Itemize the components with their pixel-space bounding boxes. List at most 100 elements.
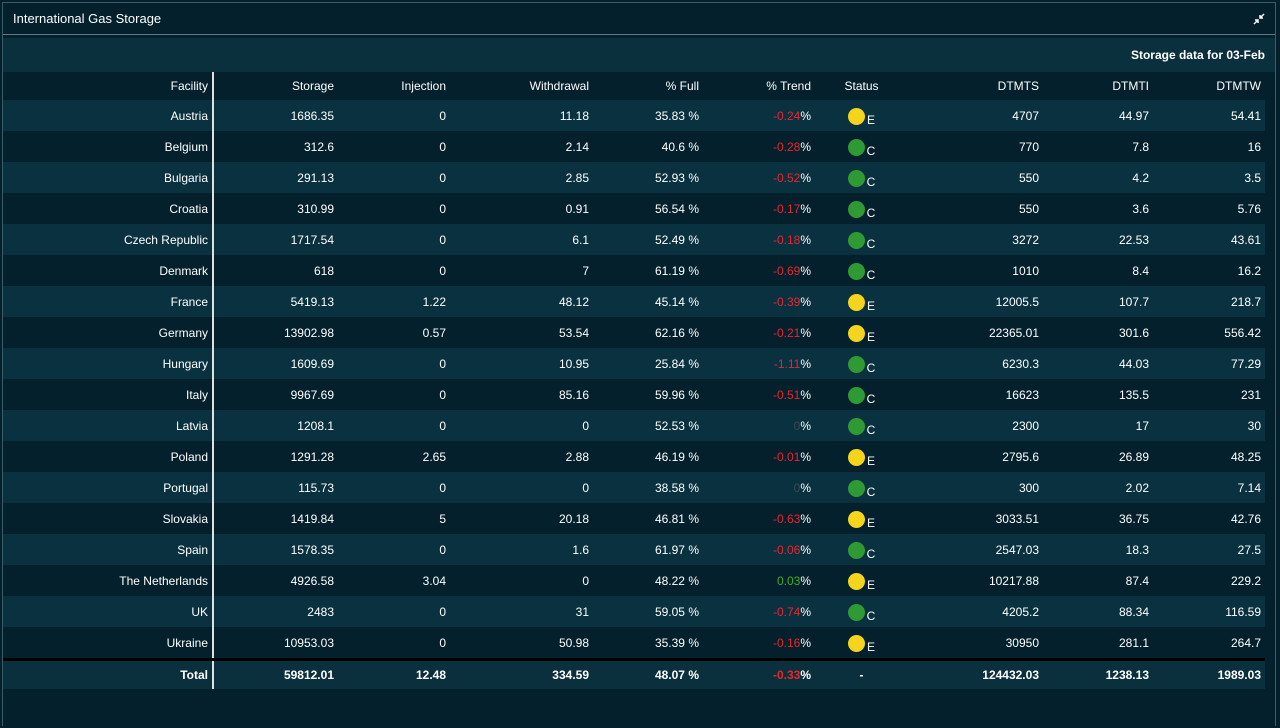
column-header-withdrawal[interactable]: Withdrawal [450, 72, 593, 100]
cell-status: C [815, 410, 907, 441]
total-status: - [815, 658, 907, 689]
cell-dtmts: 1010 [907, 255, 1043, 286]
cell-injection: 0.57 [338, 317, 450, 348]
table-row[interactable]: Czech Republic 1717.54 0 6.1 52.49 % -0.18% C 3… [3, 224, 1265, 255]
cell-dtmtw: 231 [1153, 379, 1265, 410]
cell-dtmts: 3272 [907, 224, 1043, 255]
trend-value: -0.52 [772, 170, 801, 185]
cell-status: C [815, 472, 907, 503]
cell-status: C [815, 596, 907, 627]
cell-storage: 5419.13 [213, 286, 338, 317]
table-row[interactable]: Latvia 1208.1 0 0 52.53 % 0% C 2300 17 30 [3, 410, 1265, 441]
total-trend-unit: % [800, 668, 811, 682]
table-row[interactable]: The Netherlands 4926.58 3.04 0 48.22 % 0.03% E… [3, 565, 1265, 596]
cell-dtmts: 12005.5 [907, 286, 1043, 317]
cell-dtmtw: 48.25 [1153, 441, 1265, 472]
table-row[interactable]: Ukraine 10953.03 0 50.98 35.39 % -0.16% E 30950… [3, 627, 1265, 660]
table-row[interactable]: France 5419.13 1.22 48.12 45.14 % -0.39% E 1200… [3, 286, 1265, 317]
cell-dtmts: 770 [907, 131, 1043, 162]
cell-storage: 1291.28 [213, 441, 338, 472]
table-row[interactable]: Poland 1291.28 2.65 2.88 46.19 % -0.01% E 2795.… [3, 441, 1265, 472]
cell-trend: -0.01% [703, 441, 815, 472]
column-header-storage[interactable]: Storage [213, 72, 338, 100]
column-header-full[interactable]: % Full [593, 72, 703, 100]
cell-trend: 0.03% [703, 565, 815, 596]
table-row[interactable]: Austria 1686.35 0 11.18 35.83 % -0.24% E 4707 44… [3, 100, 1265, 131]
cell-full: 52.93 % [593, 162, 703, 193]
cell-withdrawal: 50.98 [450, 627, 593, 660]
trend-value: -0.28 [772, 139, 801, 154]
table-row[interactable]: Slovakia 1419.84 5 20.18 46.81 % -0.63% E 3033.… [3, 503, 1265, 534]
total-row: Total 59812.01 12.48 334.59 48.07 % -0.3… [3, 658, 1265, 689]
trend-value: -0.63 [772, 511, 801, 526]
cell-dtmtw: 27.5 [1153, 534, 1265, 565]
table-row[interactable]: Portugal 115.73 0 0 38.58 % 0% C 300 2.02 7.14 [3, 472, 1265, 503]
status-letter: C [866, 236, 876, 251]
cell-facility: Portugal [3, 472, 214, 503]
window-title: International Gas Storage [13, 11, 162, 26]
column-header-injection[interactable]: Injection [338, 72, 450, 100]
cell-full: 35.39 % [593, 627, 703, 660]
status-letter: E [866, 453, 875, 468]
cell-dtmti: 17 [1043, 410, 1153, 441]
column-header-dtmts[interactable]: DTMTS [907, 72, 1043, 100]
status-letter: E [866, 577, 875, 592]
cell-full: 25.84 % [593, 348, 703, 379]
trend-value: -0.69 [772, 263, 801, 278]
cell-facility: Hungary [3, 348, 214, 379]
cell-withdrawal: 48.12 [450, 286, 593, 317]
cell-status: C [815, 348, 907, 379]
cell-dtmtw: 16 [1153, 131, 1265, 162]
cell-full: 38.58 % [593, 472, 703, 503]
table-row[interactable]: UK 2483 0 31 59.05 % -0.74% C 4205.2 88.34 116.59 [3, 596, 1265, 627]
cell-dtmtw: 77.29 [1153, 348, 1265, 379]
trend-value: 0.03 [776, 573, 801, 588]
trend-unit: % [800, 170, 811, 185]
status-light-icon [847, 448, 865, 466]
table-row[interactable]: Hungary 1609.69 0 10.95 25.84 % -1.11% C 6230.3… [3, 348, 1265, 379]
cell-status: E [815, 503, 907, 534]
cell-storage: 310.99 [213, 193, 338, 224]
column-header-trend[interactable]: % Trend [703, 72, 815, 100]
cell-full: 52.53 % [593, 410, 703, 441]
table-row[interactable]: Belgium 312.6 0 2.14 40.6 % -0.28% C 770 7.8 16 [3, 131, 1265, 162]
trend-unit: % [800, 201, 811, 216]
table-row[interactable]: Germany 13902.98 0.57 53.54 62.16 % -0.21% E 22… [3, 317, 1265, 348]
table-row[interactable]: Denmark 618 0 7 61.19 % -0.69% C 1010 8.4 16.2 [3, 255, 1265, 286]
column-header-dtmtw[interactable]: DTMTW [1153, 72, 1265, 100]
cell-full: 45.14 % [593, 286, 703, 317]
cell-facility: Latvia [3, 410, 214, 441]
cell-dtmts: 2547.03 [907, 534, 1043, 565]
trend-value: -0.24 [772, 108, 801, 123]
cell-withdrawal: 0.91 [450, 193, 593, 224]
cell-trend: -0.51% [703, 379, 815, 410]
cell-withdrawal: 6.1 [450, 224, 593, 255]
cell-injection: 0 [338, 472, 450, 503]
cell-status: C [815, 255, 907, 286]
cell-status: C [815, 162, 907, 193]
column-header-status[interactable]: Status [815, 72, 907, 100]
cell-injection: 0 [338, 596, 450, 627]
cell-facility: Belgium [3, 131, 214, 162]
column-header-dtmti[interactable]: DTMTI [1043, 72, 1153, 100]
table-row[interactable]: Bulgaria 291.13 0 2.85 52.93 % -0.52% C 550 4.2 3… [3, 162, 1265, 193]
table-row[interactable]: Croatia 310.99 0 0.91 56.54 % -0.17% C 550 3.6 5.… [3, 193, 1265, 224]
cell-full: 35.83 % [593, 100, 703, 131]
status-letter: C [866, 174, 876, 189]
cell-facility: Poland [3, 441, 214, 472]
cell-dtmts: 300 [907, 472, 1043, 503]
cell-trend: -0.24% [703, 100, 815, 131]
table-row[interactable]: Spain 1578.35 0 1.6 61.97 % -0.06% C 2547.03 18.… [3, 534, 1265, 565]
table-row[interactable]: Italy 9967.69 0 85.16 59.96 % -0.51% C 16623 135… [3, 379, 1265, 410]
cell-full: 46.81 % [593, 503, 703, 534]
cell-storage: 618 [213, 255, 338, 286]
cell-facility: Italy [3, 379, 214, 410]
cell-dtmts: 6230.3 [907, 348, 1043, 379]
status-light-icon [847, 231, 865, 249]
collapse-icon[interactable] [1251, 11, 1267, 27]
column-header-facility[interactable]: Facility [3, 72, 214, 100]
cell-status: C [815, 379, 907, 410]
status-light-icon [847, 603, 865, 621]
cell-storage: 1609.69 [213, 348, 338, 379]
cell-injection: 0 [338, 193, 450, 224]
